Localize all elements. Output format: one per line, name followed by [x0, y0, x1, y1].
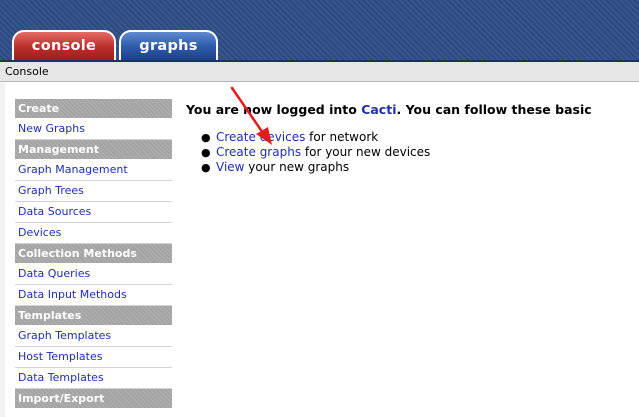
getting-started-list: ● Create devices for network ● Create grap…: [186, 130, 639, 175]
menu-item-data-queries[interactable]: Data Queries: [15, 264, 172, 285]
top-tab-bar: console graphs: [0, 0, 639, 62]
list-item: ● View your new graphs: [201, 160, 639, 175]
menu-item-new-graphs[interactable]: New Graphs: [15, 119, 172, 140]
menu-item-graph-management[interactable]: Graph Management: [15, 160, 172, 181]
step-text: your new graphs: [244, 160, 350, 174]
menu-header-collection-methods: Collection Methods: [15, 244, 172, 263]
welcome-suffix: . You can follow these basic: [396, 102, 592, 117]
menu-item-data-sources[interactable]: Data Sources: [15, 202, 172, 223]
menu-item-graph-templates[interactable]: Graph Templates: [15, 326, 172, 347]
sidebar-menu: Create New Graphs Management Graph Manag…: [15, 99, 172, 409]
welcome-message: You are now logged into Cacti. You can f…: [186, 102, 639, 117]
bullet-icon: ●: [201, 161, 211, 174]
view-graphs-link[interactable]: View: [216, 160, 244, 174]
menu-header-import-export: Import/Export: [15, 389, 172, 408]
step-text: for your new devices: [301, 145, 431, 159]
list-item: ● Create devices for network: [201, 130, 639, 145]
menu-item-data-templates[interactable]: Data Templates: [15, 368, 172, 389]
create-graphs-link[interactable]: Create graphs: [216, 145, 301, 159]
step-text: for network: [305, 130, 379, 144]
menu-header-management: Management: [15, 140, 172, 159]
menu-item-host-templates[interactable]: Host Templates: [15, 347, 172, 368]
tab-console[interactable]: console: [12, 30, 116, 60]
list-item: ● Create graphs for your new devices: [201, 145, 639, 160]
left-edge-strip: [0, 83, 5, 417]
breadcrumb: Console: [0, 62, 639, 82]
menu-item-devices[interactable]: Devices: [15, 223, 172, 244]
tab-graphs[interactable]: graphs: [119, 30, 218, 60]
main-content: You are now logged into Cacti. You can f…: [186, 102, 639, 175]
menu-header-create: Create: [15, 99, 172, 118]
welcome-prefix: You are now logged into: [186, 102, 362, 117]
menu-item-graph-trees[interactable]: Graph Trees: [15, 181, 172, 202]
bullet-icon: ●: [201, 131, 211, 144]
create-devices-link[interactable]: Create devices: [216, 130, 305, 144]
menu-header-templates: Templates: [15, 306, 172, 325]
bullet-icon: ●: [201, 146, 211, 159]
cacti-link[interactable]: Cacti: [361, 102, 396, 117]
menu-item-data-input-methods[interactable]: Data Input Methods: [15, 285, 172, 306]
